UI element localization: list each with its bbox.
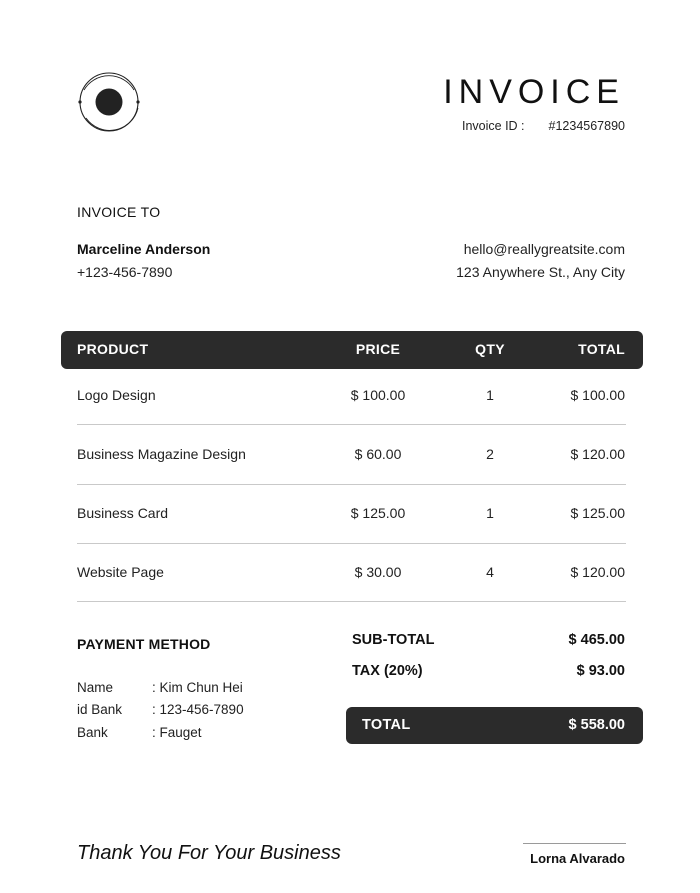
payment-method-heading: PAYMENT METHOD bbox=[77, 636, 211, 652]
orbit-logo-icon bbox=[78, 72, 140, 132]
row-divider bbox=[77, 543, 626, 544]
row-1-total: $ 100.00 bbox=[570, 387, 626, 403]
payment-bank-value: : Fauget bbox=[152, 725, 202, 740]
row-divider bbox=[77, 424, 626, 425]
client-name: Marceline Anderson bbox=[77, 241, 211, 257]
row-4-price: $ 30.00 bbox=[354, 564, 402, 580]
row-3-total: $ 125.00 bbox=[570, 505, 626, 521]
row-2-product: Business Magazine Design bbox=[77, 446, 246, 462]
row-2-total: $ 120.00 bbox=[570, 446, 626, 462]
tax-value: $ 93.00 bbox=[576, 663, 625, 679]
payment-bank-id-value: : 123-456-7890 bbox=[152, 702, 244, 717]
grand-total-label: TOTAL bbox=[362, 717, 411, 733]
invoice-id-label: Invoice ID : bbox=[462, 119, 525, 133]
row-4-total: $ 120.00 bbox=[570, 564, 626, 580]
column-header-product: PRODUCT bbox=[77, 341, 149, 357]
row-4-product: Website Page bbox=[77, 564, 164, 580]
payment-bank-id-label: id Bank bbox=[77, 702, 123, 717]
payment-name-label: Name bbox=[77, 680, 114, 695]
invoice-to-heading: INVOICE TO bbox=[77, 204, 161, 220]
invoice-id-value: #1234567890 bbox=[548, 119, 625, 133]
row-divider bbox=[77, 484, 626, 485]
row-1-price: $ 100.00 bbox=[350, 387, 406, 403]
column-header-total: TOTAL bbox=[578, 341, 625, 357]
grand-total-value: $ 558.00 bbox=[568, 717, 625, 733]
column-header-qty: QTY bbox=[475, 341, 505, 357]
client-phone: +123-456-7890 bbox=[77, 264, 173, 280]
thank-you-message: Thank You For Your Business bbox=[77, 842, 341, 864]
invoice-title: INVOICE bbox=[443, 73, 625, 111]
row-4-qty: 4 bbox=[486, 564, 494, 580]
column-header-price: PRICE bbox=[355, 341, 401, 357]
tax-label: TAX (20%) bbox=[352, 663, 423, 679]
signature-line bbox=[523, 843, 626, 844]
signature-name: Lorna Alvarado bbox=[530, 851, 625, 866]
row-2-qty: 2 bbox=[486, 446, 494, 462]
payment-bank-label: Bank bbox=[77, 725, 108, 740]
row-3-qty: 1 bbox=[486, 505, 494, 521]
row-1-qty: 1 bbox=[486, 387, 494, 403]
row-divider bbox=[77, 601, 626, 602]
payment-name-value: : Kim Chun Hei bbox=[152, 680, 243, 695]
row-3-price: $ 125.00 bbox=[350, 505, 406, 521]
client-email: hello@reallygreatsite.com bbox=[463, 241, 625, 257]
subtotal-value: $ 465.00 bbox=[568, 632, 625, 648]
row-1-product: Logo Design bbox=[77, 387, 156, 403]
client-address: 123 Anywhere St., Any City bbox=[456, 264, 625, 280]
row-3-product: Business Card bbox=[77, 505, 169, 521]
subtotal-label: SUB-TOTAL bbox=[352, 632, 435, 648]
row-2-price: $ 60.00 bbox=[354, 446, 402, 462]
